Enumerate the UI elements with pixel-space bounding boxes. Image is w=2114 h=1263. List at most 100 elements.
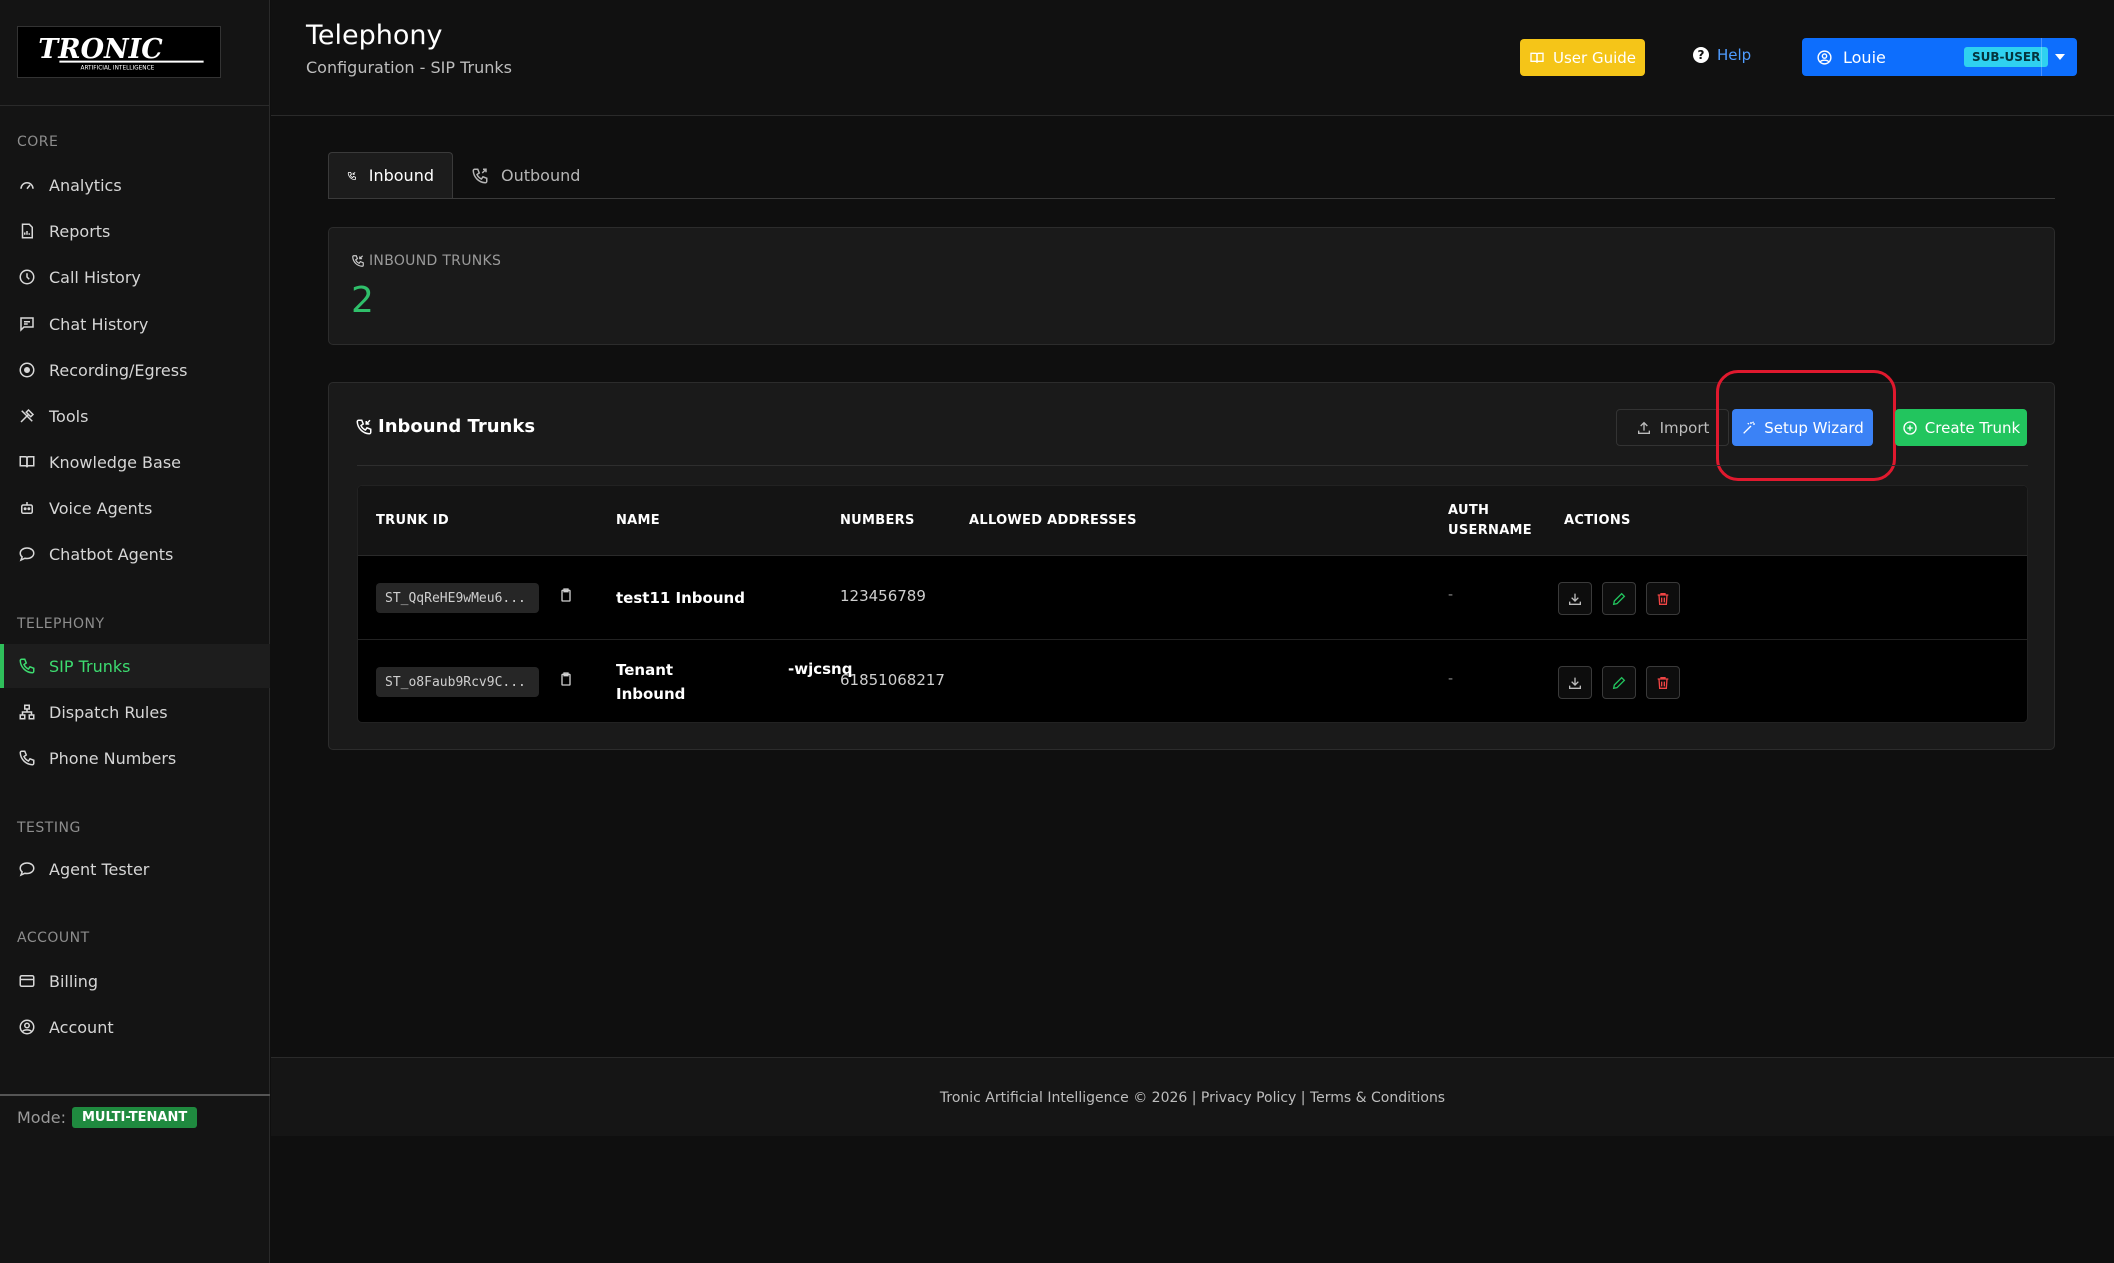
logo-graphic: TRONIC ARTIFICIAL INTELLIGENCE xyxy=(20,27,218,77)
section-account-label: ACCOUNT xyxy=(17,930,90,946)
sidebar-item-label: Chat History xyxy=(49,314,149,334)
sidebar-item-agent-tester[interactable]: Agent Tester xyxy=(0,847,270,891)
delete-button[interactable] xyxy=(1646,666,1680,699)
trunk-name-line: Inbound xyxy=(616,685,686,703)
sidebar-item-label: Chatbot Agents xyxy=(49,544,174,564)
tab-inbound[interactable]: Inbound xyxy=(328,152,453,199)
upload-icon xyxy=(1637,421,1650,434)
trunk-name-line: Tenant xyxy=(616,661,674,679)
sidebar-item-call-history[interactable]: Call History xyxy=(0,255,270,299)
download-button[interactable] xyxy=(1558,582,1592,615)
table-row: ST_o8Faub9Rcv9C... Tenant Inbound -wjcsn… xyxy=(358,640,2027,722)
trash-icon xyxy=(1657,676,1669,689)
brand-logo[interactable]: TRONIC ARTIFICIAL INTELLIGENCE xyxy=(17,26,221,78)
gauge-icon xyxy=(17,175,37,195)
copy-icon[interactable] xyxy=(558,671,576,689)
section-core-label: CORE xyxy=(17,134,59,150)
trunks-table: TRUNK ID NAME NUMBERS ALLOWED ADDRESSES … xyxy=(357,485,2028,723)
delete-button[interactable] xyxy=(1646,582,1680,615)
column-header: NUMBERS xyxy=(840,513,915,528)
help-link[interactable]: ? Help xyxy=(1693,46,1751,64)
tab-outbound[interactable]: Outbound xyxy=(453,152,598,199)
tab-label: Inbound xyxy=(368,166,434,185)
mode-badge: MULTI-TENANT xyxy=(71,1107,198,1128)
sidebar-item-dispatch-rules[interactable]: Dispatch Rules xyxy=(0,690,270,734)
logo-divider xyxy=(0,105,270,106)
download-button[interactable] xyxy=(1558,666,1592,699)
auth-username: - xyxy=(1448,587,1454,603)
user-menu-dropdown[interactable] xyxy=(2041,38,2077,76)
chat-bubble-icon xyxy=(17,544,37,564)
create-trunk-button[interactable]: Create Trunk xyxy=(1895,409,2027,446)
user-guide-button[interactable]: User Guide xyxy=(1520,39,1645,76)
robot-icon xyxy=(17,498,37,518)
sidebar-item-label: Account xyxy=(49,1017,114,1037)
pencil-icon xyxy=(1612,676,1626,689)
stat-label-text: INBOUND TRUNKS xyxy=(369,253,502,269)
download-icon xyxy=(1569,593,1581,605)
hierarchy-icon xyxy=(17,702,37,722)
card-title: Inbound Trunks xyxy=(355,416,535,437)
setup-wizard-button[interactable]: Setup Wizard xyxy=(1732,409,1873,446)
sidebar-item-reports[interactable]: Reports xyxy=(0,209,270,253)
phone-incoming-icon xyxy=(347,171,356,180)
sidebar-item-label: SIP Trunks xyxy=(49,656,131,676)
sidebar-item-analytics[interactable]: Analytics xyxy=(0,163,270,207)
tools-icon xyxy=(17,406,37,426)
card-divider xyxy=(357,465,2028,466)
sidebar-item-chatbot-agents[interactable]: Chatbot Agents xyxy=(0,532,270,576)
trunk-numbers: 61851068217 xyxy=(840,671,945,689)
svg-text:TRONIC: TRONIC xyxy=(38,34,163,65)
sidebar-item-label: Knowledge Base xyxy=(49,452,181,472)
mode-indicator: Mode: MULTI-TENANT xyxy=(17,1107,198,1128)
page-header: Telephony Configuration - SIP Trunks Use… xyxy=(271,0,2114,116)
phone-incoming-icon xyxy=(352,255,364,267)
plus-circle-icon xyxy=(1903,420,1917,435)
copy-icon[interactable] xyxy=(558,587,576,605)
user-menu-button[interactable]: Louie SUB-USER xyxy=(1802,38,2077,76)
edit-button[interactable] xyxy=(1602,666,1636,699)
card-icon xyxy=(17,971,37,991)
trunk-id: ST_QqReHE9wMeu6... xyxy=(376,583,539,613)
setup-wizard-label: Setup Wizard xyxy=(1764,418,1864,437)
sidebar-item-chat-history[interactable]: Chat History xyxy=(0,302,270,346)
import-button[interactable]: Import xyxy=(1616,409,1729,446)
sidebar-item-label: Dispatch Rules xyxy=(49,702,168,722)
column-header: ALLOWED ADDRESSES xyxy=(969,513,1137,528)
mode-label: Mode: xyxy=(17,1108,66,1127)
user-circle-icon xyxy=(1816,49,1833,66)
sidebar-item-label: Agent Tester xyxy=(49,859,150,879)
inbound-trunks-stat-card: INBOUND TRUNKS 2 xyxy=(328,227,2055,345)
trash-icon xyxy=(1657,592,1669,605)
download-icon xyxy=(1569,677,1581,689)
sidebar-item-label: Tools xyxy=(49,406,89,426)
phone-incoming-icon xyxy=(356,419,372,435)
sidebar-item-sip-trunks[interactable]: SIP Trunks xyxy=(0,644,270,688)
sidebar-item-label: Analytics xyxy=(49,175,122,195)
page-footer: Tronic Artificial Intelligence © 2026 | … xyxy=(271,1057,2114,1136)
column-header: TRUNK ID xyxy=(376,513,449,528)
sidebar-item-tools[interactable]: Tools xyxy=(0,394,270,438)
phone-icon xyxy=(17,656,37,676)
phone-icon xyxy=(17,748,37,768)
clock-icon xyxy=(17,267,37,287)
footer-text[interactable]: Tronic Artificial Intelligence © 2026 | … xyxy=(271,1090,2114,1106)
sidebar-item-voice-agents[interactable]: Voice Agents xyxy=(0,486,270,530)
sidebar-item-account[interactable]: Account xyxy=(0,1005,270,1049)
column-header: AUTH USERNAME xyxy=(1448,503,1532,538)
sidebar-item-phone-numbers[interactable]: Phone Numbers xyxy=(0,736,270,780)
edit-button[interactable] xyxy=(1602,582,1636,615)
record-icon xyxy=(17,360,37,380)
book-icon xyxy=(1530,52,1544,63)
sidebar-item-recording-egress[interactable]: Recording/Egress xyxy=(0,348,270,392)
report-icon xyxy=(17,221,37,241)
user-role-badge: SUB-USER xyxy=(1964,47,2049,67)
sidebar-item-billing[interactable]: Billing xyxy=(0,959,270,1003)
import-label: Import xyxy=(1659,418,1710,437)
book-icon xyxy=(17,452,37,472)
table-row: ST_QqReHE9wMeu6... test11 Inbound 123456… xyxy=(358,556,2027,640)
trunk-name: Tenant Inbound xyxy=(616,658,685,706)
user-guide-label: User Guide xyxy=(1552,48,1636,67)
sidebar-item-knowledge-base[interactable]: Knowledge Base xyxy=(0,440,270,484)
user-name: Louie xyxy=(1843,47,1886,67)
